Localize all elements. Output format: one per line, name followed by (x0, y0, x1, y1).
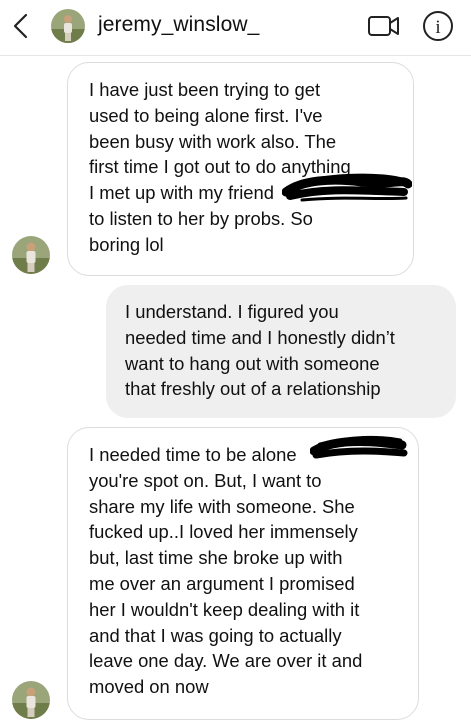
message-line: fucked up..I loved her immensely (89, 521, 358, 543)
message-line: used to being alone first. I've (89, 104, 323, 126)
message-bubble-incoming[interactable]: I needed time to be alone you're spot on… (67, 427, 419, 720)
info-icon: i (423, 11, 453, 41)
video-call-button[interactable] (367, 13, 401, 39)
message-line: and that I was going to actually (89, 624, 342, 646)
chat-header: jeremy_winslow_ i (0, 0, 471, 56)
redaction-scribble (310, 435, 408, 459)
message-bubble-outgoing[interactable]: I understand. I figured you needed time … (106, 285, 456, 418)
message-line: I understand. I figured you (125, 301, 339, 322)
redaction-scribble (282, 173, 412, 202)
back-button[interactable] (8, 10, 36, 42)
chat-username[interactable]: jeremy_winslow_ (98, 13, 259, 37)
message-line: boring lol (89, 233, 164, 255)
message-line: leave one day. We are over it and (89, 650, 363, 672)
message-line: to listen to her by probs. So (89, 207, 313, 229)
header-avatar[interactable] (51, 9, 85, 43)
message-line: me over an argument I promised (89, 572, 355, 594)
message-bubble-incoming[interactable]: I have just been trying to get used to b… (67, 62, 414, 276)
message-line: want to hang out with someone (125, 352, 380, 374)
message-line: that freshly out of a relationship (125, 378, 381, 400)
info-button[interactable]: i (421, 9, 455, 43)
message-line: needed time and I honestly didn’t (125, 326, 395, 348)
message-line: you're spot on. But, I want to (89, 469, 322, 491)
video-call-icon (368, 16, 399, 36)
message-line: share my life with someone. She (89, 495, 355, 517)
message-line: her I wouldn't keep dealing with it (89, 598, 360, 620)
sender-avatar[interactable] (12, 236, 50, 274)
message-line: but, last time she broke up with (89, 547, 343, 569)
sender-avatar[interactable] (12, 681, 50, 719)
message-line: been busy with work also. The (89, 130, 337, 152)
message-line: moved on now (89, 676, 209, 698)
message-line: I have just been trying to get (89, 79, 321, 100)
chevron-left-icon (13, 13, 28, 39)
svg-text:i: i (435, 17, 440, 38)
